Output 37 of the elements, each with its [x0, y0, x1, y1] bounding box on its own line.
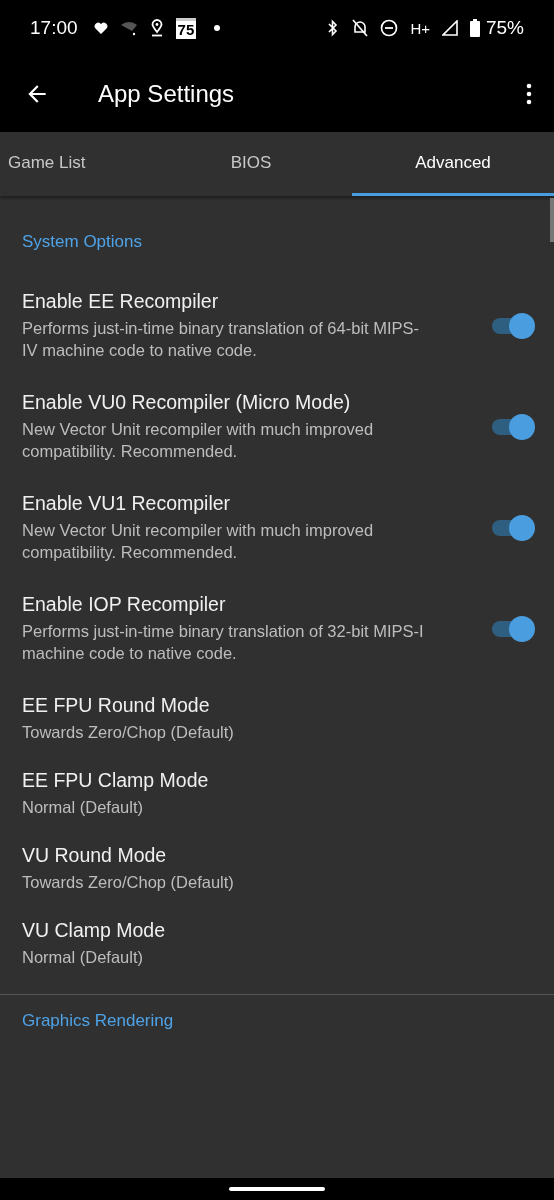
setting-value: Normal (Default) — [22, 797, 145, 818]
location-pin-icon — [149, 19, 164, 37]
tab[interactable]: BIOS — [150, 132, 352, 196]
tab[interactable]: Advanced — [352, 132, 554, 196]
setting-title: VU Round Mode — [22, 844, 168, 867]
home-handle[interactable] — [229, 1187, 325, 1191]
setting-title: Enable IOP Recompiler — [22, 593, 227, 616]
setting-title: Enable EE Recompiler — [22, 290, 220, 313]
screen-title: App Settings — [98, 80, 236, 108]
muted-bell-icon — [352, 19, 369, 37]
calendar-icon: 75 — [175, 17, 197, 39]
setting-title: Enable VU1 Recompiler — [22, 492, 232, 515]
setting-summary: Performs just-in-time binary translation of 64-bit MIPS-IV machine code to native code. — [22, 318, 421, 361]
scrollbar — [550, 198, 554, 242]
setting-summary: New Vector Unit recompiler with much improved compatibility. Recommended. — [22, 419, 375, 462]
status-time: 17:00 — [30, 17, 78, 39]
more-vert-icon — [526, 83, 532, 105]
do-not-disturb-icon — [380, 19, 399, 37]
section-header: Graphics Rendering — [22, 1011, 174, 1031]
section-header: System Options — [22, 232, 142, 253]
setting-title: Enable VU0 Recompiler (Micro Mode) — [22, 391, 352, 414]
heart-icon — [93, 21, 108, 35]
setting-title: EE FPU Clamp Mode — [22, 769, 210, 792]
setting-title: EE FPU Round Mode — [22, 694, 211, 717]
setting-title: VU Clamp Mode — [22, 919, 167, 942]
setting-summary: New Vector Unit recompiler with much improved compatibility. Recommended. — [22, 520, 375, 563]
setting-value: Towards Zero/Chop (Default) — [22, 872, 235, 893]
battery-percent: 75% — [485, 17, 524, 39]
battery-icon — [469, 19, 480, 37]
setting-value: Normal (Default) — [22, 947, 145, 968]
setting-value: Towards Zero/Chop (Default) — [22, 722, 235, 743]
notification-dot-icon — [214, 25, 221, 31]
wifi-icon — [119, 20, 138, 36]
setting-summary: Performs just-in-time binary translation of 32-bit MIPS-I machine code to native code. — [22, 621, 425, 664]
network-type: H+ — [410, 19, 430, 37]
tab[interactable]: Game List — [0, 132, 150, 196]
signal-icon — [441, 20, 458, 36]
